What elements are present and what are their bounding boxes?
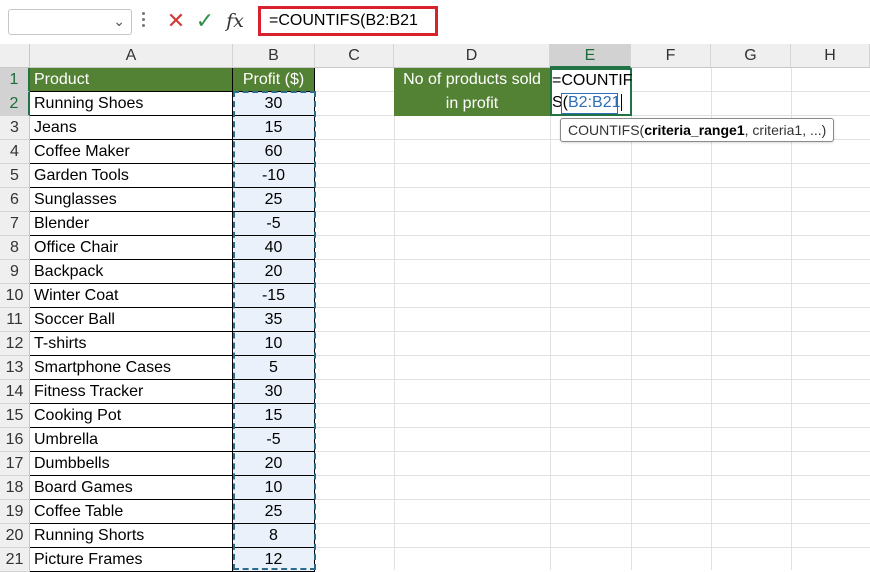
product-cell[interactable]: Soccer Ball [30,308,233,332]
insert-function-icon[interactable]: fx [223,8,247,34]
product-cell[interactable]: Winter Coat [30,284,233,308]
product-cell[interactable]: T-shirts [30,332,233,356]
profit-cell[interactable]: -10 [233,164,315,188]
product-cell[interactable]: Running Shorts [30,524,233,548]
row-header[interactable]: 3 [0,116,30,140]
profit-cell[interactable]: -5 [233,212,315,236]
tooltip-current-arg[interactable]: criteria_range1 [644,122,744,138]
product-cell[interactable]: Picture Frames [30,548,233,572]
drag-handle-icon[interactable] [142,12,146,30]
row-header[interactable]: 18 [0,476,30,500]
profit-cell[interactable]: 30 [233,380,315,404]
enter-icon[interactable]: ✓ [193,8,217,34]
edit-text-line1: =COUNTIF [552,72,633,89]
active-edit-cell[interactable]: =COUNTIF S(B2:B21 [550,68,632,116]
column-header-e[interactable]: E [550,44,631,68]
text-cursor [621,94,623,112]
row-header[interactable]: 4 [0,140,30,164]
column-header-f[interactable]: F [631,44,711,68]
product-cell[interactable]: Garden Tools [30,164,233,188]
row-header[interactable]: 7 [0,212,30,236]
name-box[interactable]: ⌄ [8,9,132,35]
product-cell[interactable]: Umbrella [30,428,233,452]
select-all-corner[interactable] [0,44,30,68]
profit-cell[interactable]: -5 [233,428,315,452]
row-header[interactable]: 12 [0,332,30,356]
product-cell[interactable]: Cooking Pot [30,404,233,428]
edit-text-prefix: S( [552,94,568,111]
row-header[interactable]: 20 [0,524,30,548]
tooltip-function-name[interactable]: COUNTIFS( [568,122,644,138]
profit-cell[interactable]: 60 [233,140,315,164]
chevron-down-icon[interactable]: ⌄ [113,13,125,30]
row-header[interactable]: 16 [0,428,30,452]
column-header-d[interactable]: D [394,44,550,68]
function-tooltip[interactable]: COUNTIFS(criteria_range1, criteria1, ...… [560,118,835,142]
formula-input[interactable]: =COUNTIFS(B2:B21 [258,6,438,36]
product-cell[interactable]: Board Games [30,476,233,500]
product-cell[interactable]: Coffee Maker [30,140,233,164]
row-header[interactable]: 5 [0,164,30,188]
row-header[interactable]: 6 [0,188,30,212]
product-cell[interactable]: Fitness Tracker [30,380,233,404]
profit-cell[interactable]: 8 [233,524,315,548]
column-header-a[interactable]: A [30,44,233,68]
cancel-icon[interactable]: ✕ [164,8,188,34]
table-header-profit[interactable]: Profit ($) [233,68,315,92]
edit-text-line2: S(B2:B21 [552,92,630,114]
edit-range-reference: B2:B21 [568,94,621,111]
profit-cell[interactable]: -15 [233,284,315,308]
profit-cell[interactable]: 15 [233,404,315,428]
profit-cell[interactable]: 35 [233,308,315,332]
product-cell[interactable]: Backpack [30,260,233,284]
profit-cell[interactable]: 30 [233,92,315,116]
product-cell[interactable]: Jeans [30,116,233,140]
summary-label-line2: in profit [445,95,499,112]
product-cell[interactable]: Coffee Table [30,500,233,524]
product-cell[interactable]: Smartphone Cases [30,356,233,380]
profit-cell[interactable]: 25 [233,188,315,212]
row-header[interactable]: 8 [0,236,30,260]
tooltip-remaining-args: , criteria1, ...) [744,122,827,138]
row-header[interactable]: 14 [0,380,30,404]
product-cell[interactable]: Blender [30,212,233,236]
profit-cell[interactable]: 10 [233,332,315,356]
profit-cell[interactable]: 5 [233,356,315,380]
row-header[interactable]: 11 [0,308,30,332]
row-header[interactable]: 9 [0,260,30,284]
product-cell[interactable]: Dumbbells [30,452,233,476]
row-header[interactable]: 19 [0,500,30,524]
row-header[interactable]: 17 [0,452,30,476]
row-header[interactable]: 13 [0,356,30,380]
row-header[interactable]: 15 [0,404,30,428]
profit-cell[interactable]: 25 [233,500,315,524]
row-header[interactable]: 2 [0,92,30,116]
summary-label-cell[interactable]: No of products sold in profit [394,68,550,116]
column-header-g[interactable]: G [711,44,791,68]
summary-label-line1: No of products sold [403,71,541,88]
product-cell[interactable]: Sunglasses [30,188,233,212]
profit-cell[interactable]: 12 [233,548,315,572]
column-header-c[interactable]: C [315,44,394,68]
table-header-product[interactable]: Product [30,68,233,92]
row-header[interactable]: 10 [0,284,30,308]
column-header-h[interactable]: H [791,44,870,68]
profit-cell[interactable]: 15 [233,116,315,140]
product-cell[interactable]: Office Chair [30,236,233,260]
profit-cell[interactable]: 20 [233,260,315,284]
profit-cell[interactable]: 40 [233,236,315,260]
profit-cell[interactable]: 20 [233,452,315,476]
row-header[interactable]: 1 [0,68,30,92]
column-header-b[interactable]: B [233,44,315,68]
profit-cell[interactable]: 10 [233,476,315,500]
product-cell[interactable]: Running Shoes [30,92,233,116]
formula-bar: ⌄ ✕ ✓ fx =COUNTIFS(B2:B21 [0,0,870,44]
row-header[interactable]: 21 [0,548,30,572]
